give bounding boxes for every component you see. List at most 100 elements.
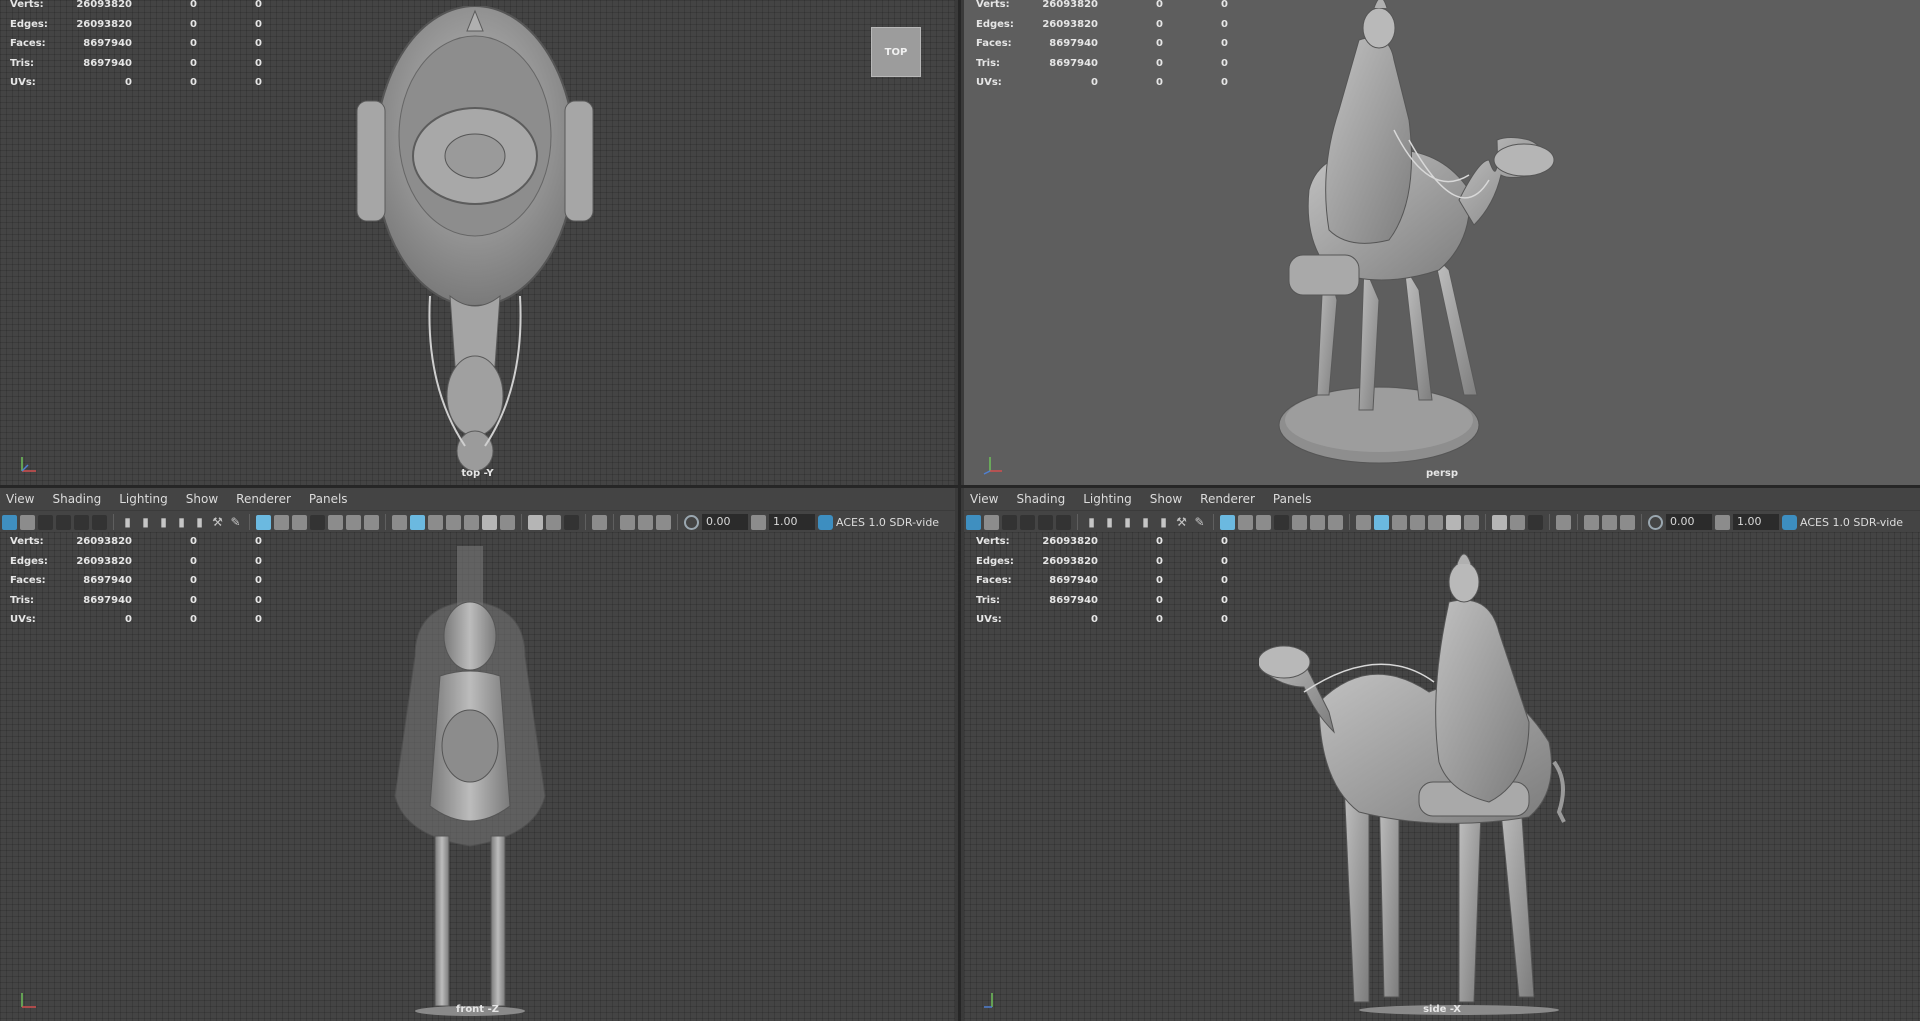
2d-pan-icon[interactable] [1038, 514, 1053, 530]
exposure-icon[interactable] [1648, 514, 1663, 530]
menu-panels[interactable]: Panels [309, 492, 348, 506]
view-transform-label[interactable]: ACES 1.0 SDR-vide [1800, 516, 1903, 529]
menu-shading[interactable]: Shading [52, 492, 101, 506]
screen-space-ao-icon[interactable] [1428, 514, 1443, 530]
motion-blur-icon[interactable] [1446, 514, 1461, 530]
film-gate-icon[interactable]: ▮ [156, 515, 171, 530]
camel-rider-model-persp[interactable] [1269, 0, 1599, 470]
menu-view[interactable]: View [6, 492, 34, 506]
hud-icon[interactable] [564, 514, 579, 530]
exposure-field[interactable]: 0.00 [702, 514, 748, 530]
menu-renderer[interactable]: Renderer [1200, 492, 1255, 506]
textured-icon[interactable] [328, 514, 343, 530]
safe-action-icon[interactable]: ✎ [228, 515, 243, 530]
motion-blur-icon[interactable] [482, 514, 497, 530]
select-layout-icon[interactable] [1556, 514, 1571, 530]
exposure-icon[interactable] [684, 514, 699, 530]
four-pane-icon[interactable] [1602, 514, 1617, 530]
camera-attributes-icon[interactable] [20, 514, 35, 530]
wireframe-icon[interactable] [1238, 514, 1253, 530]
lock-camera-icon[interactable]: ▮ [138, 515, 153, 530]
menu-renderer[interactable]: Renderer [236, 492, 291, 506]
two-pane-icon[interactable] [1584, 514, 1599, 530]
select-layout-icon[interactable] [592, 514, 607, 530]
resolution-gate-icon[interactable]: ▮ [174, 515, 189, 530]
anti-aliasing-icon[interactable] [500, 514, 515, 530]
maximize-pane-icon[interactable] [1620, 514, 1635, 530]
camera-icon[interactable]: ▮ [1084, 515, 1099, 530]
camel-rider-model-side[interactable] [1259, 542, 1589, 1017]
menu-lighting[interactable]: Lighting [119, 492, 168, 506]
four-pane-icon[interactable] [638, 514, 653, 530]
shadows-icon[interactable] [1328, 514, 1343, 530]
select-camera-icon[interactable] [2, 514, 17, 530]
image-plane-icon[interactable] [1020, 514, 1035, 530]
view-transform-label[interactable]: ACES 1.0 SDR-vide [836, 516, 939, 529]
depth-of-field-icon[interactable] [528, 514, 543, 530]
grease-pencil-icon[interactable] [92, 514, 107, 530]
xray-joints-icon[interactable] [428, 514, 443, 530]
camera-icon[interactable]: ▮ [120, 515, 135, 530]
image-plane-icon[interactable] [56, 514, 71, 530]
xray-icon[interactable] [410, 514, 425, 530]
default-material-icon[interactable] [310, 514, 325, 530]
viewport-top[interactable]: Verts: 26093820 0 0 Edges: 26093820 0 0 Faces:… [0, 0, 955, 485]
viewport-front[interactable]: Verts: 26093820 0 0 Edges: 26093820 0 0 Faces:… [0, 532, 955, 1021]
menu-view[interactable]: View [970, 492, 998, 506]
color-management-icon[interactable] [818, 514, 833, 530]
select-camera-icon[interactable] [966, 514, 981, 530]
gamma-field[interactable]: 1.00 [1733, 514, 1779, 530]
smooth-shade-icon[interactable] [1256, 514, 1271, 530]
camera-attributes-icon[interactable] [984, 514, 999, 530]
safe-action-icon[interactable]: ✎ [1192, 515, 1207, 530]
gamma-icon[interactable] [751, 514, 766, 530]
lock-camera-icon[interactable]: ▮ [1102, 515, 1117, 530]
use-all-lights-icon[interactable] [346, 514, 361, 530]
exposure-field[interactable]: 0.00 [1666, 514, 1712, 530]
gamma-field[interactable]: 1.00 [769, 514, 815, 530]
xray-components-icon[interactable] [446, 514, 461, 530]
isolate-select-icon[interactable] [392, 514, 407, 530]
camel-model-top-view[interactable] [355, 6, 595, 474]
xray-components-icon[interactable] [1410, 514, 1425, 530]
depth-of-field-icon[interactable] [1492, 514, 1507, 530]
menu-shading[interactable]: Shading [1016, 492, 1065, 506]
grid-icon[interactable] [256, 514, 271, 530]
bookmark-icon[interactable] [1002, 514, 1017, 530]
menu-show[interactable]: Show [1150, 492, 1182, 506]
isolate-select-icon[interactable] [1356, 514, 1371, 530]
two-pane-icon[interactable] [620, 514, 635, 530]
menu-show[interactable]: Show [186, 492, 218, 506]
bookmark-icon[interactable] [38, 514, 53, 530]
2d-pan-icon[interactable] [74, 514, 89, 530]
textured-icon[interactable] [1292, 514, 1307, 530]
texture-icon[interactable] [546, 514, 561, 530]
hud-icon[interactable] [1528, 514, 1543, 530]
color-management-icon[interactable] [1782, 514, 1797, 530]
resolution-gate-icon[interactable]: ▮ [1138, 515, 1153, 530]
field-chart-icon[interactable]: ⚒ [1174, 515, 1189, 530]
xray-icon[interactable] [1374, 514, 1389, 530]
viewport-persp[interactable]: Verts: 26093820 0 0 Edges: 26093820 0 0 Faces:… [964, 0, 1920, 485]
gate-mask-icon[interactable]: ▮ [192, 515, 207, 530]
viewcube[interactable]: TOP [871, 27, 921, 77]
menu-panels[interactable]: Panels [1273, 492, 1312, 506]
field-chart-icon[interactable]: ⚒ [210, 515, 225, 530]
gamma-icon[interactable] [1715, 514, 1730, 530]
menu-lighting[interactable]: Lighting [1083, 492, 1132, 506]
grease-pencil-icon[interactable] [1056, 514, 1071, 530]
use-all-lights-icon[interactable] [1310, 514, 1325, 530]
smooth-shade-icon[interactable] [292, 514, 307, 530]
viewport-side[interactable]: Verts: 26093820 0 0 Edges: 26093820 0 0 Faces:… [964, 532, 1920, 1021]
vertical-splitter[interactable] [955, 0, 964, 1021]
anti-aliasing-icon[interactable] [1464, 514, 1479, 530]
screen-space-ao-icon[interactable] [464, 514, 479, 530]
xray-joints-icon[interactable] [1392, 514, 1407, 530]
camel-rider-model-front[interactable] [385, 546, 555, 1016]
default-material-icon[interactable] [1274, 514, 1289, 530]
shadows-icon[interactable] [364, 514, 379, 530]
maximize-pane-icon[interactable] [656, 514, 671, 530]
texture-icon[interactable] [1510, 514, 1525, 530]
film-gate-icon[interactable]: ▮ [1120, 515, 1135, 530]
grid-icon[interactable] [1220, 514, 1235, 530]
